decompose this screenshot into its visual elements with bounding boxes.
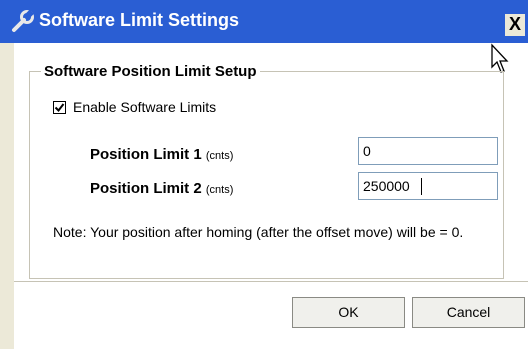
position-limit-1-label: Position Limit 1 (cnts) — [90, 146, 233, 163]
group-title: Software Position Limit Setup — [41, 63, 260, 80]
enable-limits-checkbox[interactable] — [53, 101, 66, 114]
title-bar[interactable]: Software Limit Settings — [0, 0, 528, 43]
position-limit-2-text: Position Limit 2 — [90, 180, 202, 197]
window-title: Software Limit Settings — [39, 10, 240, 30]
homing-note: Note: Your position after homing (after … — [53, 224, 464, 240]
position-limit-2-label: Position Limit 2 (cnts) — [90, 180, 233, 197]
button-bar-divider — [14, 281, 528, 282]
close-icon: X — [508, 14, 521, 34]
cancel-button[interactable]: Cancel — [412, 297, 525, 328]
enable-limits-label: Enable Software Limits — [73, 99, 217, 115]
position-limit-1-input[interactable] — [358, 137, 498, 165]
ok-button[interactable]: OK — [292, 297, 405, 328]
position-limit-2-input[interactable] — [358, 172, 498, 200]
checkmark-icon — [54, 103, 65, 113]
text-caret — [421, 178, 422, 195]
position-limit-1-text: Position Limit 1 — [90, 146, 202, 163]
position-limit-2-unit: (cnts) — [205, 184, 234, 196]
wrench-icon — [12, 9, 34, 32]
close-button[interactable]: X — [505, 14, 525, 36]
position-limit-1-unit: (cnts) — [205, 150, 234, 162]
